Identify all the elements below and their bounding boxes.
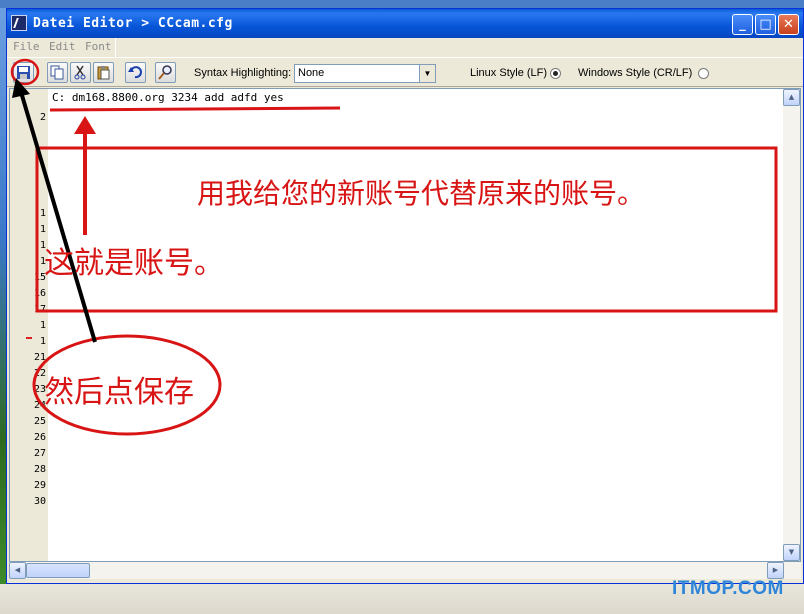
line-number: 1 <box>39 208 46 219</box>
line-number: 28 <box>33 464 46 475</box>
editor-content[interactable]: C: dm168.8800.org 3234 add adfd yes <box>52 91 284 104</box>
line-marker <box>26 337 32 339</box>
line-number: 16 <box>33 288 46 299</box>
vertical-scrollbar[interactable]: ▲ ▼ <box>783 89 800 561</box>
horizontal-scrollbar[interactable]: ◀ ▶ <box>9 562 801 579</box>
save-icon[interactable] <box>13 62 34 83</box>
scroll-up-icon[interactable]: ▲ <box>783 89 800 106</box>
cut-icon[interactable] <box>70 62 91 83</box>
menu-bar: File Edit Font <box>7 38 803 57</box>
line-number: 21 <box>33 352 46 363</box>
line-number: 30 <box>33 496 46 507</box>
account-label: 这就是账号。 <box>44 246 224 281</box>
scroll-right-icon[interactable]: ▶ <box>767 562 784 579</box>
menu-separator <box>115 38 116 57</box>
line-number: 25 <box>33 416 46 427</box>
line-number: 1 <box>39 224 46 235</box>
minimize-button[interactable]: _ <box>732 14 753 35</box>
close-button[interactable]: ✕ <box>778 14 799 35</box>
save-callout-text: 然后点保存 <box>44 375 194 410</box>
menu-font[interactable]: Font <box>85 40 112 53</box>
line-number: 26 <box>33 432 46 443</box>
scroll-down-icon[interactable]: ▼ <box>783 544 800 561</box>
chevron-down-icon[interactable]: ▼ <box>419 65 435 82</box>
linux-style-radio[interactable] <box>550 68 561 79</box>
paste-icon[interactable] <box>93 62 114 83</box>
find-icon[interactable] <box>155 62 176 83</box>
undo-icon[interactable] <box>125 62 146 83</box>
syntax-highlighting-label: Syntax Highlighting: <box>194 67 292 79</box>
window-title: Datei Editor > CCcam.cfg <box>33 16 233 31</box>
copy-icon[interactable] <box>47 62 68 83</box>
editor-window: Datei Editor > CCcam.cfg _ □ ✕ File Edit… <box>6 8 804 584</box>
desktop-strip-top <box>0 0 804 8</box>
title-bar[interactable]: Datei Editor > CCcam.cfg _ □ ✕ <box>7 9 803 38</box>
scroll-thumb[interactable] <box>26 563 90 578</box>
line-number-gutter: 2 1 1 1 1 15 16 17 1 1 21 22 23 24 25 26 27 28 29 30 <box>10 89 48 561</box>
watermark: ITMOP.COM <box>672 578 784 599</box>
toolbar: Syntax Highlighting: None ▼ Linux Style … <box>7 57 803 87</box>
syntax-highlighting-select[interactable]: None ▼ <box>294 64 436 83</box>
linux-style-label: Linux Style (LF) <box>470 67 548 79</box>
scroll-left-icon[interactable]: ◀ <box>9 562 26 579</box>
menu-edit[interactable]: Edit <box>49 40 76 53</box>
line-number: 1 <box>39 336 46 347</box>
windows-style-radio[interactable] <box>698 68 709 79</box>
app-icon <box>11 15 27 31</box>
windows-style-label: Windows Style (CR/LF) <box>578 67 693 79</box>
line-number: 29 <box>33 480 46 491</box>
line-number: 1 <box>39 320 46 331</box>
menu-file[interactable]: File <box>13 40 40 53</box>
maximize-button[interactable]: □ <box>755 14 776 35</box>
syntax-highlighting-value: None <box>298 67 325 79</box>
text-editor[interactable]: 2 1 1 1 1 15 16 17 1 1 21 22 23 24 25 26 27 28 29 30 C: dm1… <box>9 88 801 562</box>
line-number: 2 <box>39 112 46 123</box>
line-number: 17 <box>33 304 46 315</box>
line-number: 27 <box>33 448 46 459</box>
instruction-text: 用我给您的新账号代替原来的账号。 <box>197 177 646 210</box>
